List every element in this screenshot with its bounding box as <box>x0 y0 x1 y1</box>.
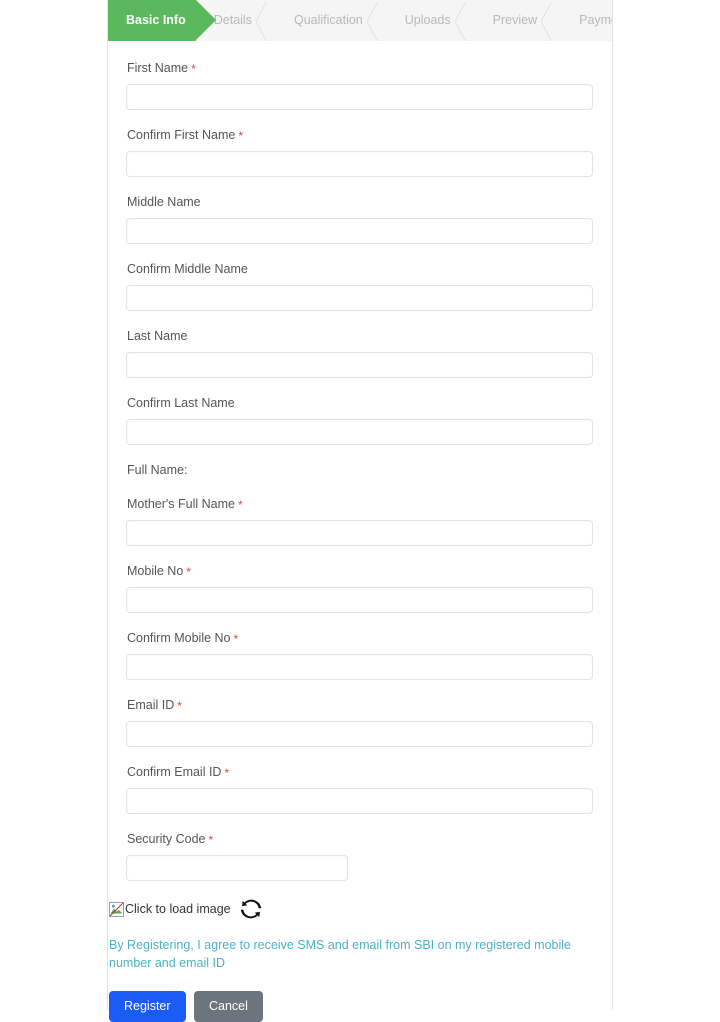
field-email-id-input[interactable] <box>126 721 593 747</box>
cancel-button[interactable]: Cancel <box>194 991 263 1022</box>
wizard-step-chevron-icon <box>255 0 277 41</box>
field-security-code: Security Code * <box>126 826 594 881</box>
field-security-code-label: Security Code * <box>127 826 594 847</box>
field-middle-name: Middle Name <box>126 189 594 244</box>
required-asterisk: * <box>237 498 243 512</box>
field-label-text: Confirm Last Name <box>127 396 235 410</box>
field-first-name: First Name * <box>126 55 594 110</box>
field-confirm-last-name: Confirm Last Name <box>126 390 594 445</box>
field-label-text: Mobile No <box>127 564 184 578</box>
wizard-step-basic-info[interactable]: Basic Info <box>108 0 216 41</box>
field-confirm-first-name: Confirm First Name * <box>126 122 594 177</box>
required-asterisk: * <box>191 62 196 76</box>
field-last-name-label: Last Name <box>127 323 594 344</box>
field-confirm-last-name-label: Confirm Last Name <box>127 390 594 411</box>
field-confirm-email-id-input[interactable] <box>126 788 593 814</box>
wizard-step-label: Payment <box>579 13 612 27</box>
wizard-step-label: Qualification <box>293 13 363 27</box>
field-email-id-label: Email ID * <box>127 692 594 713</box>
wizard-step-label: Basic Info <box>126 13 186 27</box>
field-mother-s-full-name-input[interactable] <box>126 520 593 546</box>
field-first-name-label: First Name * <box>127 55 594 76</box>
field-mother-s-full-name-label: Mother's Full Name * <box>127 491 594 512</box>
field-label-text: Confirm First Name <box>127 128 236 142</box>
field-confirm-middle-name: Confirm Middle Name <box>126 256 594 311</box>
register-button[interactable]: Register <box>109 991 186 1022</box>
wizard-step-label: Details <box>213 13 252 27</box>
captcha-image-placeholder[interactable]: Click to load image <box>109 901 231 917</box>
wizard-step-qualification[interactable]: Qualification <box>276 0 387 41</box>
captcha-row: Click to load image <box>109 897 612 921</box>
wizard-step-chevron-icon <box>540 0 562 41</box>
field-label-text: Last Name <box>127 329 188 343</box>
wizard-step-chevron-icon <box>366 0 388 41</box>
wizard-step-bar: Basic Info Details Qualification Uploads Pre… <box>108 0 612 41</box>
refresh-icon[interactable] <box>240 898 262 920</box>
wizard-step-preview[interactable]: Preview <box>475 0 561 41</box>
field-middle-name-label: Middle Name <box>127 189 594 210</box>
field-label-text: Mother's Full Name <box>127 497 235 511</box>
field-confirm-middle-name-label: Confirm Middle Name <box>127 256 594 277</box>
field-email-id: Email ID * <box>126 692 594 747</box>
field-confirm-mobile-no-label: Confirm Mobile No * <box>127 625 594 646</box>
field-confirm-middle-name-input[interactable] <box>126 285 593 311</box>
field-confirm-mobile-no-input[interactable] <box>126 654 593 680</box>
wizard-step-label: Preview <box>492 13 538 27</box>
field-label-text: Email ID <box>127 698 175 712</box>
field-full-name-label: Full Name: <box>127 463 188 477</box>
field-mobile-no-label: Mobile No * <box>127 558 594 579</box>
field-label-text: Middle Name <box>127 195 201 209</box>
field-label-text: Security Code <box>127 832 206 846</box>
field-mother-s-full-name: Mother's Full Name * <box>126 491 594 546</box>
wizard-step-payment[interactable]: Payment <box>561 0 612 41</box>
field-label-text: Confirm Email ID <box>127 765 222 779</box>
registration-panel: Basic Info Details Qualification Uploads Pre… <box>107 0 613 1022</box>
required-asterisk: * <box>233 632 239 646</box>
wizard-step-chevron-icon <box>454 0 476 41</box>
field-security-code-input[interactable] <box>126 855 348 881</box>
form-actions: Register Cancel <box>109 991 612 1022</box>
field-confirm-first-name-label: Confirm First Name * <box>127 122 594 143</box>
field-label-text: Confirm Middle Name <box>127 262 248 276</box>
required-asterisk: * <box>238 129 244 143</box>
wizard-step-label: Uploads <box>404 13 451 27</box>
field-last-name: Last Name <box>126 323 594 378</box>
field-mobile-no-input[interactable] <box>126 587 593 613</box>
captcha-image-alt-text: Click to load image <box>125 902 231 916</box>
field-label-text: First Name <box>127 61 189 75</box>
required-asterisk: * <box>186 565 191 579</box>
field-mobile-no: Mobile No * <box>126 558 594 613</box>
field-confirm-last-name-input[interactable] <box>126 419 593 445</box>
field-confirm-email-id: Confirm Email ID * <box>126 759 594 814</box>
field-label-text: Confirm Mobile No <box>127 631 231 645</box>
sms-email-agreement-link[interactable]: By Registering, I agree to receive SMS a… <box>109 936 577 972</box>
field-confirm-email-id-label: Confirm Email ID * <box>127 759 594 780</box>
field-confirm-mobile-no: Confirm Mobile No * <box>126 625 594 680</box>
field-middle-name-input[interactable] <box>126 218 593 244</box>
required-asterisk: * <box>224 766 230 780</box>
required-asterisk: * <box>208 833 214 847</box>
wizard-step-uploads[interactable]: Uploads <box>387 0 475 41</box>
basic-info-form: First Name * Confirm First Name * Middle Nam… <box>108 41 612 881</box>
field-first-name-input[interactable] <box>126 84 593 110</box>
broken-image-icon <box>109 901 124 917</box>
field-confirm-first-name-input[interactable] <box>126 151 593 177</box>
required-asterisk: * <box>177 699 182 713</box>
field-last-name-input[interactable] <box>126 352 593 378</box>
